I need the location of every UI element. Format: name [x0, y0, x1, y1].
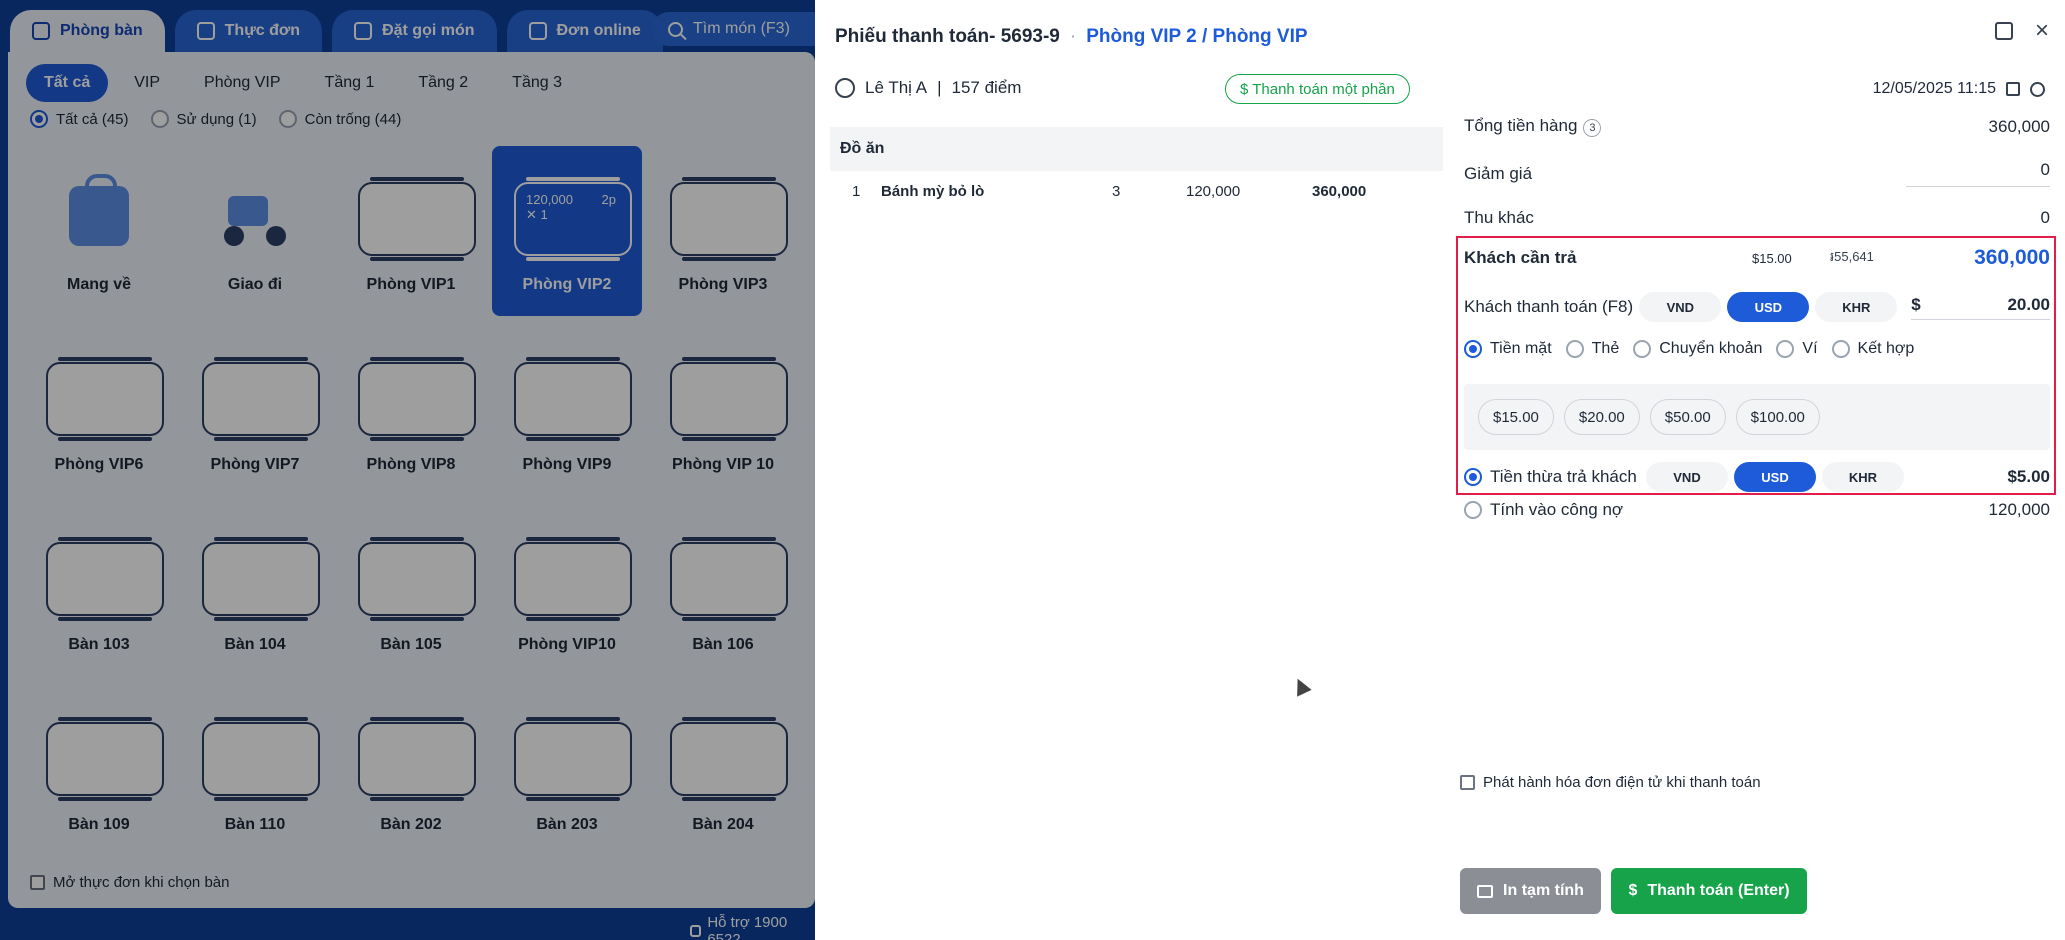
radio-icon — [1464, 501, 1482, 519]
quick-amounts: $15.00 $20.00 $50.00 $100.00 — [1464, 384, 2050, 450]
method-transfer[interactable]: Chuyển khoản — [1633, 340, 1762, 358]
change-row: Tiền thừa trả khách VND USD KHR $5.00 — [1464, 462, 2050, 492]
item-count-badge: 3 — [1583, 119, 1602, 137]
quick-amount-button[interactable]: $100.00 — [1735, 399, 1820, 435]
discount-input[interactable]: 0 — [1906, 160, 2050, 187]
separator: | — [937, 78, 942, 97]
method-cash[interactable]: Tiền mặt — [1464, 340, 1552, 358]
currency-khr[interactable]: KHR — [1815, 292, 1898, 322]
title-separator: · — [1069, 26, 1077, 47]
debt-value: 120,000 — [1988, 500, 2050, 519]
quick-amount-button[interactable]: $20.00 — [1563, 399, 1640, 435]
debt-radio[interactable]: Tính vào công nợ — [1464, 500, 1623, 520]
printer-icon — [1477, 884, 1494, 898]
items-section-title: Đồ ăn — [830, 127, 1443, 171]
other-fee-value[interactable]: 0 — [2041, 208, 2050, 228]
clock-icon[interactable] — [2030, 81, 2045, 97]
method-wallet[interactable]: Ví — [1776, 340, 1818, 358]
currency-vnd[interactable]: VND — [1639, 292, 1722, 322]
total-value: 360,000 — [1988, 116, 2050, 136]
customer-points: 157 điểm — [951, 78, 1022, 97]
print-draft-button[interactable]: In tạm tính — [1460, 868, 1601, 914]
other-fee-row: Thu khác 0 — [1464, 208, 2050, 228]
radio-icon — [1633, 340, 1652, 358]
e-invoice-checkbox[interactable]: Phát hành hóa đơn điện tử khi thanh toán — [1460, 774, 1761, 791]
pay-button[interactable]: $ Thanh toán (Enter) — [1611, 868, 1807, 914]
item-name: Bánh mỳ bỏ lò — [881, 182, 985, 200]
change-radio[interactable]: Tiền thừa trả khách — [1464, 467, 1646, 487]
radio-icon — [1464, 340, 1482, 358]
due-usd: $15.00 — [1752, 250, 1792, 266]
dollar-icon: $ — [1628, 882, 1638, 899]
radio-icon — [1464, 468, 1482, 486]
payment-amount-input[interactable]: $ 20.00 — [1911, 295, 2050, 320]
close-icon[interactable]: × — [2035, 19, 2049, 43]
user-icon — [835, 78, 855, 98]
calendar-icon[interactable] — [2006, 82, 2020, 96]
radio-icon — [1831, 340, 1850, 358]
customer-payment-row: Khách thanh toán (F8) VND USD KHR $ 20.0… — [1464, 291, 2050, 323]
checkbox-icon — [1460, 775, 1475, 790]
debt-row: Tính vào công nợ 120,000 — [1464, 500, 2050, 520]
due-khr: ៛55,641 — [1830, 248, 1874, 264]
payment-highlight-box — [1456, 236, 2056, 495]
discount-row: Giảm giá 0 — [1464, 160, 2050, 187]
save-icon[interactable] — [1994, 22, 2013, 40]
radio-icon — [1565, 340, 1584, 358]
radio-icon — [1776, 340, 1795, 358]
amount-due-row: Khách cần trả $15.00 ៛55,641 360,000 — [1464, 246, 2050, 269]
currency-khr[interactable]: KHR — [1822, 462, 1904, 492]
quick-amount-button[interactable]: $50.00 — [1649, 399, 1726, 435]
total-row: Tổng tiền hàng 3 360,000 — [1464, 116, 2050, 137]
item-row[interactable]: 1 Bánh mỳ bỏ lò 3 120,000 360,000 — [830, 174, 1443, 208]
customer-name: Lê Thị A — [865, 78, 928, 97]
pay-currency-selector: VND USD KHR — [1639, 292, 1898, 322]
item-price: 120,000 — [1186, 182, 1241, 200]
change-value: $5.00 — [2007, 467, 2050, 486]
currency-usd[interactable]: USD — [1727, 292, 1810, 322]
partial-payment-button[interactable]: $ Thanh toán một phần — [1225, 74, 1410, 104]
customer-info[interactable]: Lê Thị A | 157 điểm — [835, 78, 1021, 98]
modal-title: Phiếu thanh toán- 5693-9 · Phòng VIP 2 /… — [835, 26, 1308, 47]
change-currency-selector: VND USD KHR — [1646, 462, 1904, 492]
datetime-field[interactable]: 12/05/2025 11:15 — [1873, 80, 2045, 98]
method-card[interactable]: Thẻ — [1565, 340, 1619, 358]
modal-backdrop[interactable] — [0, 0, 815, 940]
modal-actions: × — [1994, 19, 2049, 43]
item-qty: 3 — [1112, 182, 1121, 200]
due-value: 360,000 — [1974, 246, 2050, 269]
quick-amount-button[interactable]: $15.00 — [1478, 399, 1554, 435]
item-total: 360,000 — [1312, 182, 1367, 200]
currency-vnd[interactable]: VND — [1646, 462, 1728, 492]
payment-methods: Tiền mặt Thẻ Chuyển khoản Ví Kết hợp — [1464, 340, 2050, 358]
currency-usd[interactable]: USD — [1734, 462, 1816, 492]
method-combined[interactable]: Kết hợp — [1831, 340, 1914, 358]
room-name: Phòng VIP 2 / Phòng VIP — [1086, 26, 1308, 47]
item-no: 1 — [852, 182, 861, 200]
